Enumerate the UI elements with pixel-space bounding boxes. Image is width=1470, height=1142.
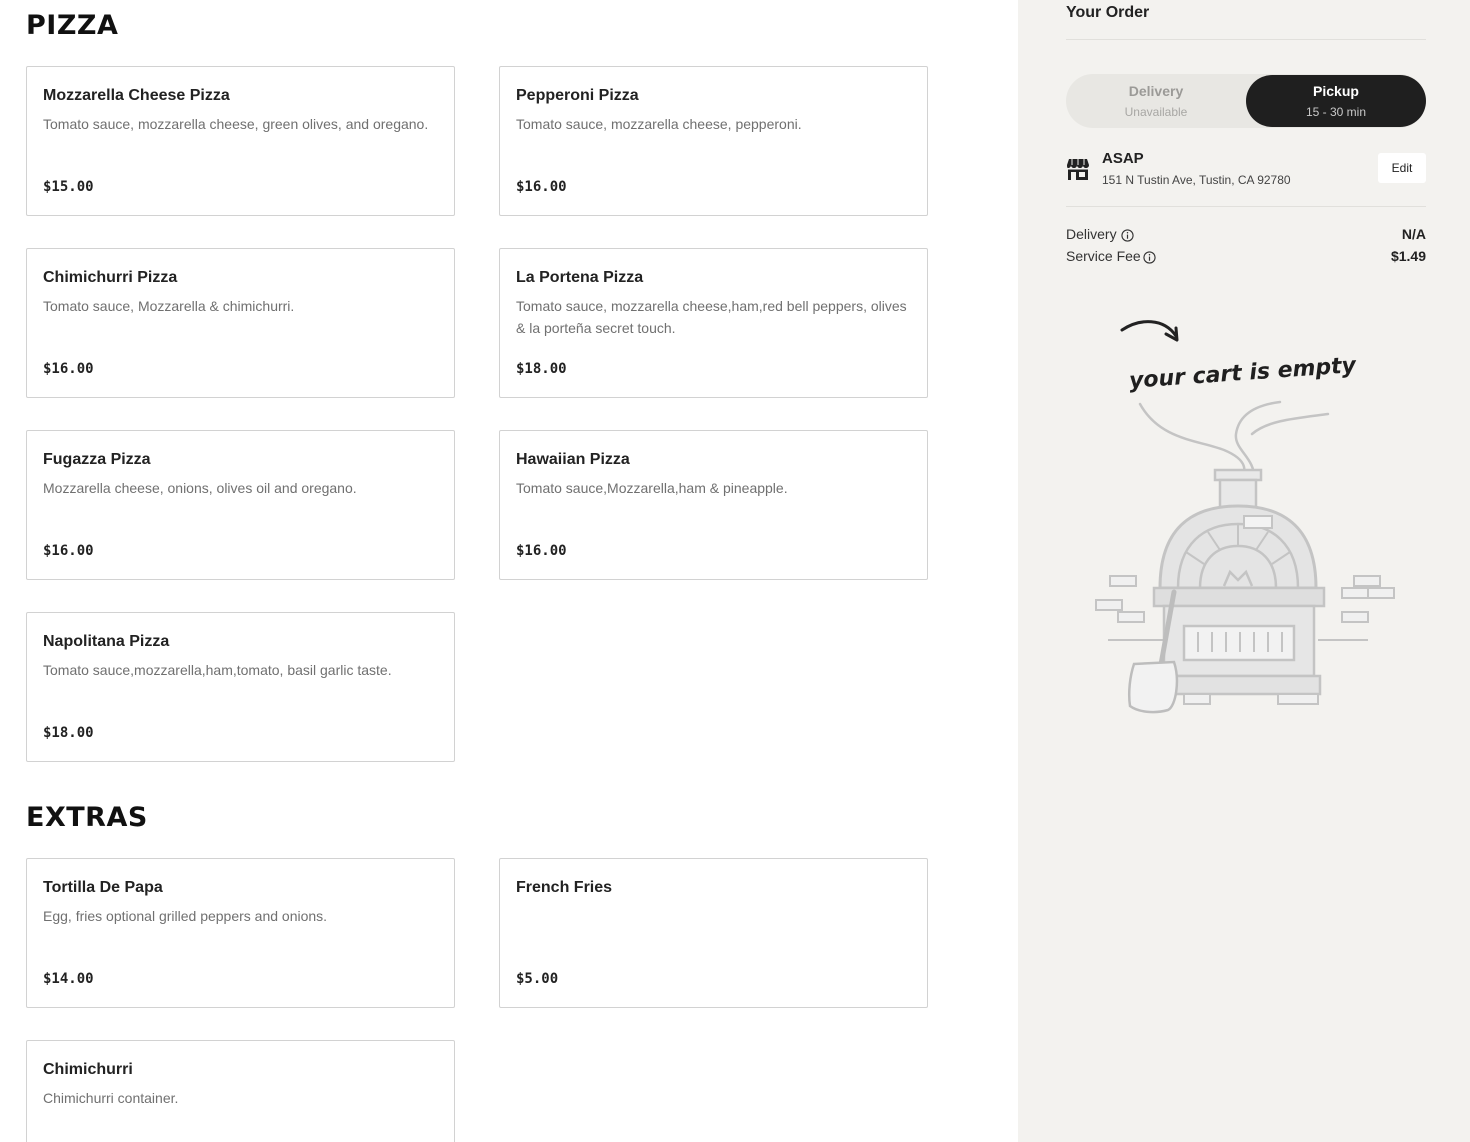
item-description: Chimichurri container. — [43, 1090, 179, 1106]
empty-cart-text: your cart is empty — [1128, 353, 1358, 394]
fee-row-service: Service Fee $1.49 — [1066, 248, 1426, 268]
item-description: Tomato sauce,mozzarella,ham,tomato, basi… — [43, 662, 392, 678]
item-description: Egg, fries optional grilled peppers and … — [43, 908, 328, 924]
item-price: $16.00 — [516, 179, 567, 195]
fulfillment-toggle[interactable]: Delivery Unavailable Pickup 15 - 30 min — [1066, 74, 1426, 128]
order-sidebar: Your Order Delivery Unavailable Pickup 1… — [1018, 0, 1470, 1142]
fee-value: N/A — [1401, 226, 1426, 242]
info-icon[interactable] — [1121, 229, 1134, 242]
item-name: Napolitana Pizza — [43, 633, 170, 650]
fee-value: $1.49 — [1390, 248, 1426, 264]
menu-item-card[interactable]: Napolitana Pizza Tomato sauce,mozzarella… — [26, 612, 455, 762]
empty-cart-illustration: your cart is empty — [1095, 320, 1395, 714]
item-description: Tomato sauce, mozzarella cheese, peppero… — [516, 116, 802, 132]
item-description: Tomato sauce, mozzarella cheese, green o… — [43, 116, 429, 132]
menu-item-card[interactable]: Tortilla De Papa Egg, fries optional gri… — [26, 858, 455, 1008]
divider — [1066, 206, 1426, 207]
item-price: $16.00 — [516, 543, 567, 559]
delivery-option[interactable]: Delivery Unavailable — [1066, 74, 1246, 128]
item-name: Hawaiian Pizza — [516, 451, 630, 468]
delivery-option-label: Delivery — [1128, 83, 1184, 99]
pickup-option-label: Pickup — [1313, 83, 1359, 99]
item-description: Mozzarella cheese, onions, olives oil an… — [43, 480, 357, 496]
item-price: $18.00 — [43, 725, 94, 741]
fee-row-delivery: Delivery N/A — [1066, 226, 1426, 246]
menu-area: PIZZA Mozzarella Cheese Pizza Tomato sau… — [0, 0, 1018, 1142]
item-price: $18.00 — [516, 361, 567, 377]
menu-item-card[interactable]: La Portena Pizza Tomato sauce, mozzarell… — [499, 248, 928, 398]
item-price: $15.00 — [43, 179, 94, 195]
menu-item-card[interactable]: French Fries $5.00 — [499, 858, 928, 1008]
menu-item-card[interactable]: Hawaiian Pizza Tomato sauce,Mozzarella,h… — [499, 430, 928, 580]
pickup-time: ASAP — [1102, 150, 1144, 167]
store-address: 151 N Tustin Ave, Tustin, CA 92780 — [1102, 173, 1291, 187]
item-name: Mozzarella Cheese Pizza — [43, 87, 230, 104]
divider — [1066, 39, 1426, 40]
menu-item-card[interactable]: Chimichurri Pizza Tomato sauce, Mozzarel… — [26, 248, 455, 398]
fee-label: Delivery — [1066, 226, 1117, 242]
edit-button[interactable]: Edit — [1378, 153, 1426, 183]
item-name: Chimichurri — [43, 1061, 133, 1078]
section-title-pizza: PIZZA — [26, 10, 119, 41]
item-price: $16.00 — [43, 361, 94, 377]
item-name: Chimichurri Pizza — [43, 269, 178, 286]
item-name: La Portena Pizza — [516, 269, 644, 286]
section-title-extras: EXTRAS — [26, 802, 148, 833]
menu-item-card[interactable]: Fugazza Pizza Mozzarella cheese, onions,… — [26, 430, 455, 580]
fee-label: Service Fee — [1066, 248, 1141, 264]
item-description: Tomato sauce,Mozzarella,ham & pineapple. — [516, 480, 788, 496]
info-icon[interactable] — [1143, 251, 1156, 264]
item-price: $5.00 — [516, 971, 559, 987]
store-icon — [1067, 159, 1089, 180]
item-name: Tortilla De Papa — [43, 879, 163, 896]
item-description: Tomato sauce, mozzarella cheese,ham,red … — [516, 298, 907, 336]
item-price: $16.00 — [43, 543, 94, 559]
delivery-option-status: Unavailable — [1124, 105, 1188, 119]
item-price: $14.00 — [43, 971, 94, 987]
item-name: Pepperoni Pizza — [516, 87, 639, 104]
menu-item-card[interactable]: Mozzarella Cheese Pizza Tomato sauce, mo… — [26, 66, 455, 216]
order-title: Your Order — [1066, 4, 1150, 21]
menu-item-card[interactable]: Chimichurri Chimichurri container. — [26, 1040, 455, 1142]
pickup-option[interactable]: Pickup 15 - 30 min — [1246, 75, 1426, 127]
pickup-option-time: 15 - 30 min — [1305, 105, 1367, 119]
item-name: French Fries — [516, 879, 613, 896]
menu-item-card[interactable]: Pepperoni Pizza Tomato sauce, mozzarella… — [499, 66, 928, 216]
item-description: Tomato sauce, Mozzarella & chimichurri. — [43, 298, 295, 314]
item-name: Fugazza Pizza — [43, 451, 151, 468]
